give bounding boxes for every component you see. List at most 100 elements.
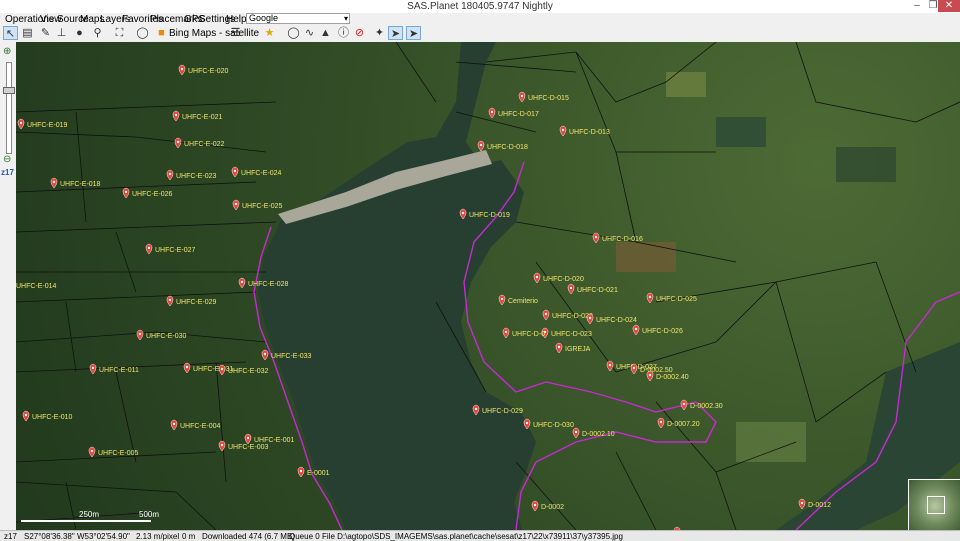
placemark[interactable]: UHFC-E-030	[137, 330, 187, 340]
placemark[interactable]: UHFC-D-030	[524, 419, 574, 429]
placemark[interactable]: D-0002.30	[681, 400, 723, 410]
zoom-in-icon[interactable]: ⊕	[3, 46, 11, 57]
minimap[interactable]	[908, 479, 960, 530]
window-title: SAS.Planet 180405.9747 Nightly	[0, 1, 960, 12]
map-pin-dot	[462, 212, 464, 214]
ruler-icon[interactable]: ⊥	[54, 26, 69, 40]
placemark[interactable]: UHFC-D-020	[534, 273, 584, 283]
placemark[interactable]: UHFC-E-027	[146, 244, 196, 254]
placemark[interactable]: UHFC-E-029	[167, 296, 217, 306]
map-pin-dot	[139, 333, 141, 335]
placemark[interactable]: UHFC-D-017	[489, 108, 539, 118]
map-pin-dot	[521, 95, 523, 97]
gps-track-icon[interactable]: ➤	[388, 26, 403, 40]
field-patch	[666, 72, 706, 97]
select-cursor-icon[interactable]: ↖	[3, 26, 18, 40]
placemark[interactable]: UHFC-E-019	[18, 119, 68, 129]
placemark[interactable]: UHFC-E-021	[173, 111, 223, 121]
menu-help[interactable]: Help	[226, 14, 247, 25]
search-provider-select[interactable]: Google ▾	[246, 13, 350, 24]
placemark[interactable]: UHFC-D-022	[543, 310, 593, 320]
placemark[interactable]: UHFC-E-020	[179, 65, 229, 75]
placemark[interactable]: D-0002	[532, 501, 564, 511]
map-pin-dot	[635, 328, 637, 330]
map-pin-dot	[649, 296, 651, 298]
placemark-label: UHFC-D-0	[512, 331, 545, 338]
map-pin-dot	[660, 421, 662, 423]
placemark[interactable]: UHFC-E-022	[175, 138, 225, 148]
map-pin-dot	[505, 331, 507, 333]
placemark[interactable]: UHFC-D-021	[568, 284, 618, 294]
path-icon[interactable]: ∿	[302, 26, 317, 40]
placemark[interactable]: UHFC-D-023	[542, 328, 592, 338]
placemark[interactable]: UHFC-E-004	[171, 420, 221, 430]
placemark[interactable]: UHFC-D-024	[587, 314, 637, 324]
placemark[interactable]: UHFC-D-016	[593, 233, 643, 243]
placemark[interactable]: UHFC-E-001	[245, 434, 295, 444]
gps-icon[interactable]: ✦	[372, 26, 387, 40]
placemark-label: UHFC-D-029	[482, 408, 523, 415]
placemark[interactable]: Cemiterio	[499, 295, 538, 305]
favorites-star-icon[interactable]: ★	[262, 26, 277, 40]
map-pin-dot	[175, 114, 177, 116]
map-view[interactable]: UHFC-E-020 UHFC-E-019 UHFC-E-021 UHFC-E-022…	[16, 42, 960, 530]
globe-icon[interactable]: ●	[72, 26, 87, 40]
placemark[interactable]: UHFC-E-025	[233, 200, 283, 210]
placemark[interactable]: UHFC-E-010	[23, 411, 73, 421]
placemark[interactable]: UHFC-D-025	[647, 293, 697, 303]
placemark-label: UHFC-E-011	[99, 367, 139, 374]
zoom-slider[interactable]	[6, 62, 12, 154]
map-pin-dot	[169, 299, 171, 301]
fullscreen-icon[interactable]: ⛶	[112, 26, 127, 40]
placemark[interactable]: UHFC-E-014	[16, 280, 57, 290]
placemark[interactable]: UHFC-D-015	[519, 92, 569, 102]
placemark[interactable]: D-0007.20	[658, 418, 700, 428]
placemark-label: UHFC-D-015	[528, 95, 569, 102]
placemark[interactable]: UHFC-E-011	[90, 364, 139, 374]
reservoir-water	[258, 42, 536, 530]
zoom-slider-thumb[interactable]	[3, 87, 15, 94]
placemark[interactable]: UHFC-E-023	[167, 170, 217, 180]
placemark[interactable]: UHFC-D-0	[503, 328, 545, 338]
zoom-panel: ⊕ ⊖ z17	[0, 42, 16, 530]
map-pin-dot	[181, 68, 183, 70]
cancel-icon[interactable]: ⊘	[352, 26, 367, 40]
placemark-label: UHFC-D-013	[569, 129, 610, 136]
polygon-icon[interactable]: ▲	[318, 26, 333, 40]
zoom-out-icon[interactable]: ⊖	[3, 154, 11, 165]
map-pin-dot	[169, 173, 171, 175]
info-icon[interactable]: ⓘ	[336, 26, 351, 40]
map-source-label[interactable]: Bing Maps - satellite	[169, 28, 259, 39]
map-pin-dot	[570, 287, 572, 289]
scale-line	[21, 520, 151, 522]
field-patch	[716, 117, 766, 147]
placemark[interactable]: UHFC-E-018	[51, 178, 101, 188]
layers-icon[interactable]: ☰	[228, 26, 243, 40]
placemark-label: UHFC-E-003	[228, 444, 269, 451]
placemark-label: UHFC-E-028	[248, 281, 289, 288]
placemark[interactable]: UHFC-E-005	[89, 447, 139, 457]
placemark[interactable]: IGREJA	[556, 343, 591, 353]
map-pin-dot	[562, 129, 564, 131]
placemark-label: UHFC-E-021	[182, 114, 223, 121]
placemark[interactable]: D-0002.10	[573, 428, 615, 438]
placemark[interactable]: UHFC-E-026	[123, 188, 173, 198]
placemark-label: UHFC-D-030	[533, 422, 574, 429]
placemark[interactable]: UHFC-D-026	[633, 325, 683, 335]
map-pin-dot	[609, 364, 611, 366]
gps-center-icon[interactable]: ➤	[406, 26, 421, 40]
minimap-viewport[interactable]	[927, 496, 945, 514]
placemark[interactable]: UHFC-D-013	[560, 126, 610, 136]
placemark-pin-icon[interactable]: ◯	[286, 26, 301, 40]
map-pin-dot	[595, 236, 597, 238]
field-patch	[836, 147, 896, 182]
pencil-icon[interactable]: ✎	[38, 26, 53, 40]
zoom-search-icon[interactable]: ⚲	[90, 26, 105, 40]
map-source-icon[interactable]: ◯	[135, 26, 150, 40]
placemark-label: UHFC-E-001	[254, 437, 295, 444]
placemark[interactable]: UHFC-D-018	[478, 141, 528, 151]
selection-tool-icon[interactable]: ▤	[20, 26, 35, 40]
close-icon[interactable]: ✕	[938, 0, 960, 12]
placemark[interactable]: UHFC-E-024	[232, 167, 282, 177]
map-pin-dot	[558, 346, 560, 348]
